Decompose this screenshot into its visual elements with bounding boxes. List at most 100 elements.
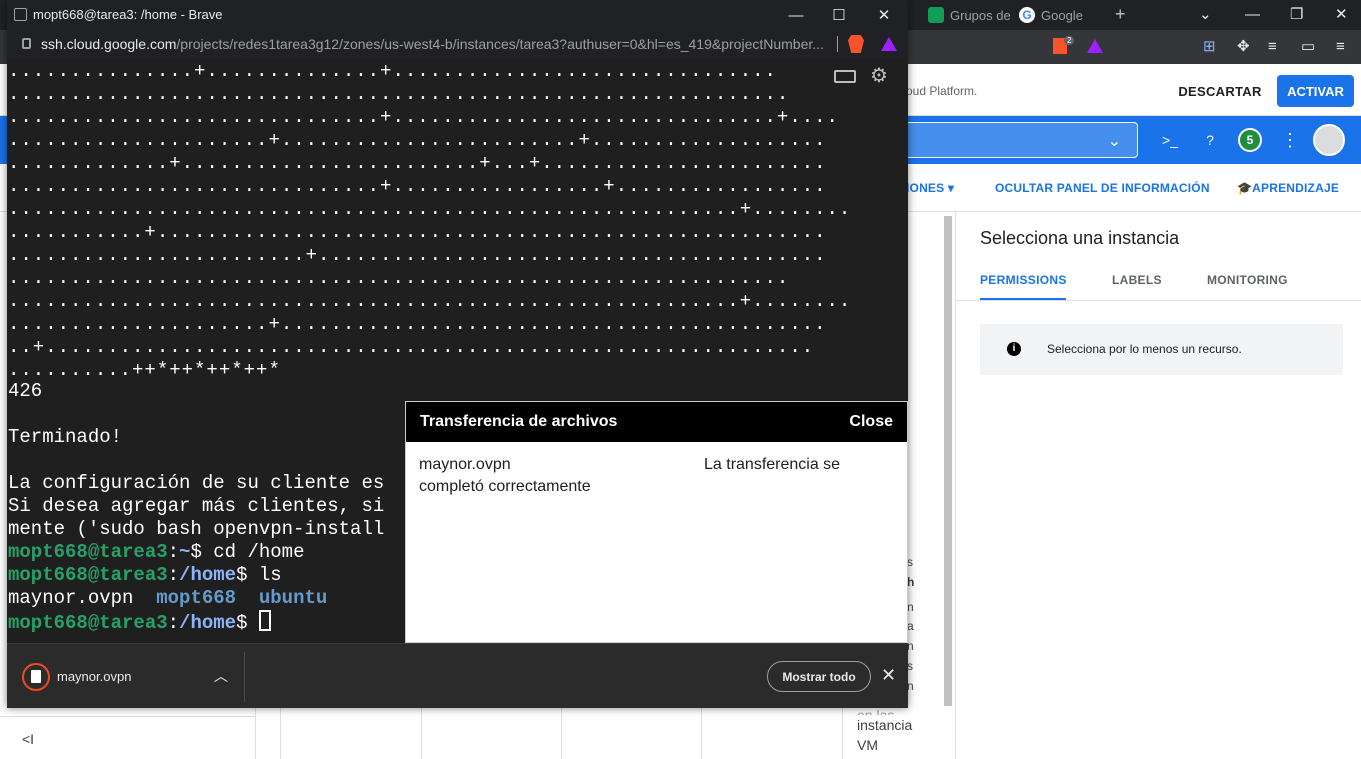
info-icon: i: [1007, 342, 1021, 356]
terminal-art-line: .............+........................+.…: [8, 152, 827, 174]
download-file-name[interactable]: maynor.ovpn: [57, 669, 131, 684]
chevron-up-icon[interactable]: ︿: [214, 666, 228, 686]
operations-label: IONES: [906, 181, 945, 195]
file-transfer-dialog: Transferencia de archivos Close maynor.o…: [405, 401, 908, 643]
discard-button[interactable]: DESCARTAR: [1172, 77, 1268, 105]
show-all-button[interactable]: Mostrar todo: [767, 661, 871, 692]
tab-grupos[interactable]: Grupos de: [928, 4, 1011, 26]
graduation-cap-icon: 🎓: [1237, 181, 1253, 195]
learning-button[interactable]: 🎓APRENDIZAJE: [1237, 181, 1339, 195]
restore-icon[interactable]: ❐: [1290, 7, 1303, 23]
brave-shield-icon[interactable]: [848, 35, 864, 53]
terminal-art-line: ........................................…: [8, 290, 852, 312]
wallet-icon[interactable]: ▭: [1301, 39, 1315, 55]
prompt-path: /home: [179, 564, 237, 586]
terminal-art-line: .....................+..................…: [8, 129, 827, 151]
download-divider: [244, 652, 245, 702]
terminal-art-line: ........................................…: [8, 267, 790, 289]
address-bar[interactable]: ssh.cloud.google.com/projects/redes1tare…: [7, 30, 908, 58]
transfer-close-button[interactable]: Close: [849, 413, 893, 431]
table-scrollbar[interactable]: [944, 216, 952, 706]
table-cell-text: en las instancia VM: [857, 707, 913, 755]
ssh-popup-window: mopt668@tarea3: /home - Brave — ☐ ✕ ssh.…: [7, 0, 908, 708]
transfer-dialog-header: Transferencia de archivos Close: [406, 402, 907, 442]
menu-icon[interactable]: ≡: [1336, 39, 1345, 55]
terminal-prompt-line: mopt668@tarea3:/home$ ls: [8, 564, 282, 586]
terminal-art-line: .....................+..................…: [8, 313, 827, 335]
info-message: i Selecciona por lo menos un recurso.: [980, 324, 1343, 375]
keyboard-icon[interactable]: [834, 70, 856, 83]
notifications-badge[interactable]: 5: [1238, 128, 1262, 152]
peek-letter: h: [907, 575, 915, 589]
terminal-art-line: ........................................…: [8, 83, 790, 105]
close-window-icon[interactable]: ✕: [1335, 7, 1348, 23]
banner-text: oud Platform.: [906, 84, 978, 98]
translate-icon[interactable]: ⊞: [1203, 39, 1216, 55]
hide-info-panel-button[interactable]: OCULTAR PANEL DE INFORMACIÓN: [995, 181, 1210, 195]
tab-google-label: Google: [1041, 7, 1083, 23]
prompt-user: mopt668@tarea3: [8, 612, 168, 634]
url-host: ssh.cloud.google.com: [41, 36, 177, 52]
minimize-icon[interactable]: —: [1245, 7, 1260, 23]
maximize-button[interactable]: ☐: [826, 4, 852, 26]
tab-search-icon[interactable]: ⌄: [1199, 7, 1212, 23]
new-tab-button[interactable]: +: [1115, 5, 1126, 23]
left-nav-pane: [0, 708, 256, 759]
url-text[interactable]: ssh.cloud.google.com/projects/redes1tare…: [41, 36, 835, 52]
terminal-ls-output: maynor.ovpn mopt668 ubuntu: [8, 587, 327, 610]
google-g-icon: G: [1019, 7, 1035, 23]
minimize-button[interactable]: —: [783, 4, 809, 26]
tab-permissions[interactable]: PERMISSIONS: [980, 273, 1067, 287]
terminal-art-line: ..............................+.........…: [8, 106, 839, 128]
shield-count-badge: 2: [1064, 36, 1075, 45]
avatar[interactable]: [1313, 124, 1345, 156]
terminal-art-line: ...........+............................…: [8, 221, 827, 243]
collapse-left-icon[interactable]: <I: [22, 731, 34, 747]
media-control-icon[interactable]: ≡: [1268, 39, 1277, 55]
ssh-window-title: mopt668@tarea3: /home - Brave: [33, 7, 223, 22]
column-divider: [701, 708, 702, 759]
info-message-text: Selecciona por lo menos un recurso.: [1047, 342, 1242, 356]
app-icon: [14, 8, 27, 21]
terminal-art-line: ...............+..............+.........…: [8, 60, 777, 82]
ls-dir: mopt668: [156, 587, 237, 609]
prompt-command: ls: [247, 564, 282, 586]
peek-letter: n: [907, 679, 914, 693]
brave-rewards-icon[interactable]: [1087, 39, 1103, 53]
activate-button[interactable]: ACTIVAR: [1277, 75, 1354, 107]
url-path: /projects/redes1tarea3g12/zones/us-west4…: [176, 36, 824, 52]
tab-google[interactable]: G Google: [1019, 4, 1083, 26]
cloud-shell-icon[interactable]: >_: [1158, 128, 1182, 152]
operations-menu[interactable]: IONES ▾: [906, 181, 954, 195]
transfer-row: maynor.ovpn La transferencia se completó …: [419, 454, 897, 498]
learning-label: APRENDIZAJE: [1252, 181, 1340, 195]
terminal-art-line: ..........++*++*++*++*: [8, 359, 281, 381]
tabs-divider: [956, 300, 1361, 301]
ls-dir: ubuntu: [258, 587, 328, 609]
terminal-output-line: 426: [8, 380, 43, 402]
cell-line: instancia: [857, 717, 913, 733]
extensions-icon[interactable]: ✥: [1237, 39, 1250, 55]
terminal-output-line: Terminado!: [8, 426, 123, 448]
more-options-icon[interactable]: ⋮: [1278, 128, 1302, 152]
file-icon[interactable]: [22, 663, 50, 691]
cell-line: VM: [857, 737, 878, 753]
terminal-art-line: ........................................…: [8, 198, 852, 220]
brave-rewards-icon[interactable]: [881, 37, 897, 51]
project-selector[interactable]: ⌄: [895, 122, 1138, 158]
close-icon[interactable]: ✕: [881, 665, 896, 685]
caret-down-icon: ▾: [947, 181, 955, 195]
url-separator: [837, 36, 838, 52]
transfer-dialog-title: Transferencia de archivos: [420, 413, 618, 430]
terminal-output-line: La configuración de su cliente es: [8, 472, 385, 494]
gear-icon[interactable]: ⚙: [870, 66, 888, 86]
lock-icon[interactable]: [22, 38, 31, 49]
help-icon[interactable]: ?: [1198, 128, 1222, 152]
chevron-down-icon: ⌄: [1107, 133, 1121, 150]
column-divider: [421, 708, 422, 759]
peek-letter: a: [907, 619, 914, 633]
tab-labels[interactable]: LABELS: [1112, 273, 1162, 287]
tab-monitoring[interactable]: MONITORING: [1207, 273, 1288, 287]
column-divider: [842, 708, 843, 759]
close-button[interactable]: ✕: [871, 4, 897, 26]
